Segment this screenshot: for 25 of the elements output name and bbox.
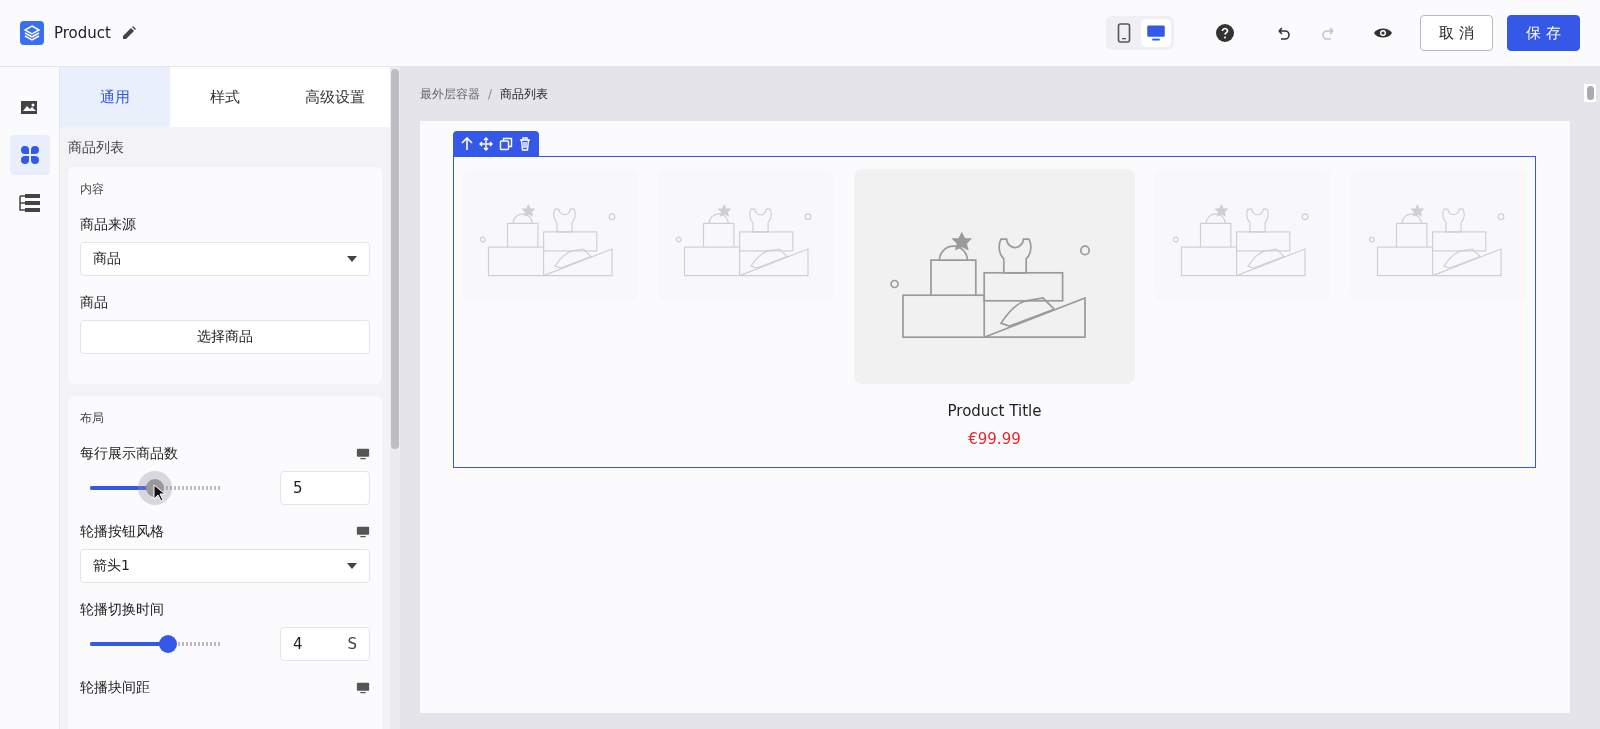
choose-product-button[interactable]: 选择商品 [80, 320, 370, 354]
field-label: 轮播切换时间 [80, 601, 164, 619]
field-label: 商品 [80, 294, 108, 312]
page-title: Product [54, 24, 111, 42]
panel-title: 商品列表 [67, 138, 125, 157]
number-field[interactable]: 5 [280, 471, 370, 505]
number-field[interactable]: 4 S [280, 627, 370, 661]
product-price: €99.99 [968, 430, 1021, 448]
select-field[interactable]: 箭头1 [80, 549, 370, 583]
breadcrumb-separator: / [488, 87, 493, 101]
field-label: 轮播按钮风格 [80, 523, 164, 541]
save-button[interactable]: 保 存 [1507, 15, 1580, 51]
breadcrumb-link[interactable]: 商品列表 [500, 85, 549, 103]
field-label: 商品来源 [80, 216, 136, 234]
field-label: 每行展示商品数 [80, 445, 178, 463]
field-label: 轮播块间距 [80, 679, 150, 697]
breadcrumb-link[interactable]: 最外层容器 [420, 85, 480, 103]
section-title: 内容 [80, 181, 105, 198]
cancel-button[interactable]: 取 消 [1420, 15, 1494, 51]
section-title: 布局 [80, 410, 105, 427]
settings-tab[interactable]: 通用 [60, 67, 170, 127]
select-field[interactable]: 商品 [80, 242, 370, 276]
product-title: Product Title [947, 402, 1042, 420]
product-list-block[interactable]: Product Title €99.99 [453, 156, 1536, 468]
unit-label: S [347, 635, 357, 653]
